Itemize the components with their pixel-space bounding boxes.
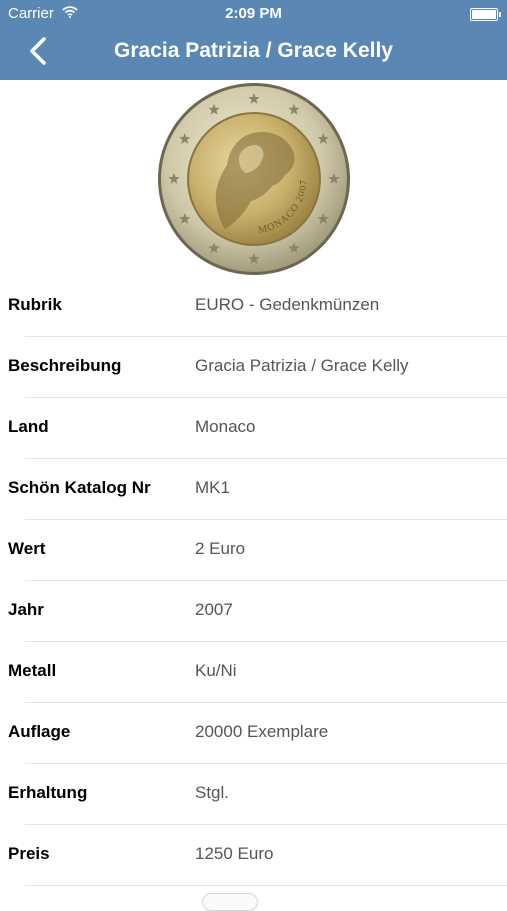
detail-label: Land bbox=[8, 417, 49, 436]
battery-icon bbox=[470, 8, 501, 21]
detail-label: Beschreibung bbox=[8, 356, 122, 375]
detail-label: Auflage bbox=[8, 722, 71, 741]
detail-row: Rubrik EURO - Gedenkmünzen bbox=[0, 276, 507, 337]
navigation-bar: Carrier 2:09 PM Gracia Patrizia / Grace … bbox=[0, 0, 507, 80]
detail-label: Jahr bbox=[8, 600, 44, 619]
detail-value: Monaco bbox=[195, 417, 256, 436]
detail-row: Preis 1250 Euro bbox=[0, 825, 507, 886]
chevron-left-icon[interactable] bbox=[24, 36, 54, 66]
detail-row: Land Monaco bbox=[0, 398, 507, 459]
detail-row: Erhaltung Stgl. bbox=[0, 764, 507, 825]
detail-row: Wert 2 Euro bbox=[0, 520, 507, 581]
detail-value: 1250 Euro bbox=[195, 844, 274, 863]
status-time: 2:09 PM bbox=[225, 5, 282, 22]
scroll-handle[interactable] bbox=[202, 893, 258, 911]
detail-value: Stgl. bbox=[195, 783, 230, 802]
detail-value: 20000 Exemplare bbox=[195, 722, 329, 741]
detail-value: 2007 bbox=[195, 600, 233, 619]
detail-label: Rubrik bbox=[8, 295, 62, 314]
detail-row: Auflage 20000 Exemplare bbox=[0, 703, 507, 764]
detail-label: Schön Katalog Nr bbox=[8, 478, 151, 497]
status-bar: Carrier 2:09 PM bbox=[0, 0, 507, 28]
detail-value: Gracia Patrizia / Grace Kelly bbox=[195, 356, 409, 375]
detail-value: EURO - Gedenkmünzen bbox=[195, 295, 380, 314]
detail-row: Metall Ku/Ni bbox=[0, 642, 507, 703]
coin-image: MONACO 2007 bbox=[158, 83, 350, 275]
detail-row: Beschreibung Gracia Patrizia / Grace Kell… bbox=[0, 337, 507, 398]
detail-value: 2 Euro bbox=[195, 539, 246, 558]
detail-label: Metall bbox=[8, 661, 57, 680]
detail-value: Ku/Ni bbox=[195, 661, 237, 680]
details-list: Rubrik EURO - Gedenkmünzen Beschreibung Gra… bbox=[0, 276, 507, 886]
detail-row: Schön Katalog Nr MK1 bbox=[0, 459, 507, 520]
detail-row: Jahr 2007 bbox=[0, 581, 507, 642]
row-divider bbox=[25, 885, 507, 886]
detail-value: MK1 bbox=[195, 478, 230, 497]
detail-label: Preis bbox=[8, 844, 50, 863]
page-title: Gracia Patrizia / Grace Kelly bbox=[114, 39, 393, 62]
detail-label: Erhaltung bbox=[8, 783, 88, 802]
detail-label: Wert bbox=[8, 539, 46, 558]
